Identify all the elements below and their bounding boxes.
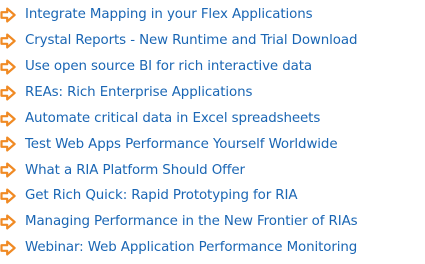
orange-arrow-right-icon <box>0 59 16 75</box>
list-item[interactable]: What a RIA Platform Should Offer <box>0 157 425 183</box>
orange-arrow-right-icon <box>0 162 16 178</box>
link-integrate-mapping[interactable]: Integrate Mapping in your Flex Applicati… <box>25 8 313 22</box>
list-item[interactable]: REAs: Rich Enterprise Applications <box>0 80 425 106</box>
orange-arrow-right-icon <box>0 111 16 126</box>
link-rapid-prototyping[interactable]: Get Rich Quick: Rapid Prototyping for RI… <box>25 189 297 203</box>
list-item[interactable]: Integrate Mapping in your Flex Applicati… <box>0 2 425 28</box>
link-webinar-monitoring[interactable]: Webinar: Web Application Performance Mon… <box>25 241 357 255</box>
link-reas[interactable]: REAs: Rich Enterprise Applications <box>25 85 252 99</box>
link-ria-platform[interactable]: What a RIA Platform Should Offer <box>25 163 245 177</box>
orange-arrow-right-icon <box>0 188 16 204</box>
list-item[interactable]: Get Rich Quick: Rapid Prototyping for RI… <box>0 183 425 209</box>
orange-arrow-right-icon <box>0 214 16 230</box>
orange-arrow-right-icon <box>0 33 16 49</box>
list-item[interactable]: Webinar: Web Application Performance Mon… <box>0 235 425 261</box>
link-managing-performance[interactable]: Managing Performance in the New Frontier… <box>25 215 358 229</box>
list-item[interactable]: Use open source BI for rich interactive … <box>0 54 425 80</box>
list-item[interactable]: Managing Performance in the New Frontier… <box>0 209 425 235</box>
link-test-web-apps[interactable]: Test Web Apps Performance Yourself World… <box>25 137 338 151</box>
list-item[interactable]: Test Web Apps Performance Yourself World… <box>0 131 425 157</box>
list-item[interactable]: Crystal Reports - New Runtime and Trial … <box>0 28 425 54</box>
list-item[interactable]: Automate critical data in Excel spreadsh… <box>0 106 425 132</box>
link-crystal-reports[interactable]: Crystal Reports - New Runtime and Trial … <box>25 34 357 48</box>
orange-arrow-right-icon <box>0 7 16 23</box>
link-excel-spreadsheets[interactable]: Automate critical data in Excel spreadsh… <box>25 111 320 125</box>
orange-arrow-right-icon <box>0 240 16 256</box>
link-open-source-bi[interactable]: Use open source BI for rich interactive … <box>25 60 312 74</box>
related-links-list: Integrate Mapping in your Flex Applicati… <box>0 0 425 264</box>
orange-arrow-right-icon <box>0 85 16 101</box>
orange-arrow-right-icon <box>0 136 16 152</box>
